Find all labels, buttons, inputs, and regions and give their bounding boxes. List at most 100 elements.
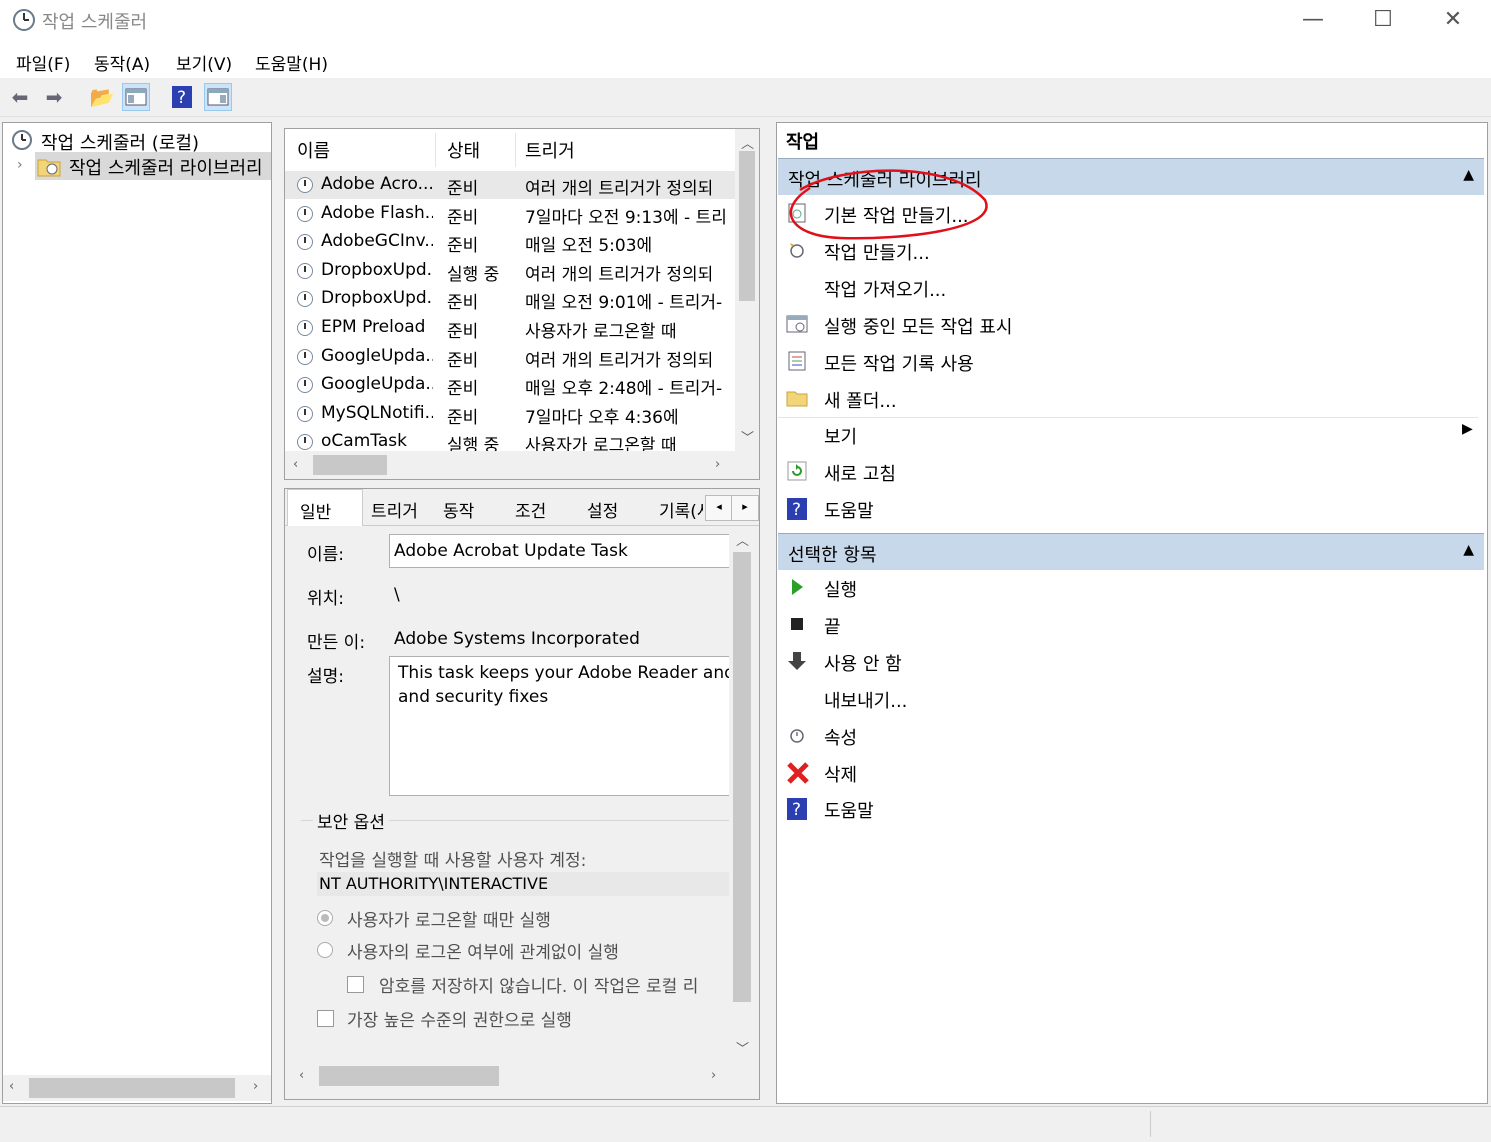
show-hide-action-pane-icon[interactable] xyxy=(204,83,232,111)
forward-arrow-icon[interactable]: ➡ xyxy=(40,83,68,111)
action-label: 작업 가져오기... xyxy=(824,279,947,301)
help-icon: ? xyxy=(786,497,808,521)
run-as-account-value: NT AUTHORITY\INTERACTIVE xyxy=(317,872,731,896)
action-items1-8[interactable]: ? 도움말 xyxy=(778,491,1478,527)
task-clock-icon xyxy=(297,405,313,422)
action-items2-6[interactable]: ? 도움말 xyxy=(778,791,1478,827)
folder-clock-icon xyxy=(37,159,61,177)
action-items1-4[interactable]: 모든 작업 기록 사용 xyxy=(778,344,1478,380)
task-list-vertical-scrollbar[interactable]: ︿ ﹀ xyxy=(735,129,759,451)
tab-conditions[interactable]: 조건 xyxy=(515,497,546,522)
action-items1-7[interactable]: 새로 고침 xyxy=(778,454,1478,490)
task-list-horizontal-scrollbar[interactable]: ‹ › xyxy=(285,451,759,479)
details-vertical-scrollbar[interactable]: ︿ ﹀ xyxy=(729,526,755,1062)
menu-file[interactable]: 파일(F) xyxy=(16,50,70,75)
show-hide-console-tree-icon[interactable] xyxy=(122,83,150,111)
status-bar xyxy=(0,1106,1491,1142)
tree-expand-chevron-icon[interactable]: › xyxy=(17,157,23,173)
task-status: 준비 xyxy=(447,293,479,314)
action-items2-1[interactable]: 끝 xyxy=(778,607,1478,643)
name-field[interactable]: Adobe Acrobat Update Task xyxy=(389,534,735,568)
action-label: 사용 안 함 xyxy=(824,653,902,675)
view-submenu-arrow-icon: ▶ xyxy=(1462,421,1473,437)
task-status: 준비 xyxy=(447,350,479,371)
column-header-status[interactable]: 상태 xyxy=(447,137,480,163)
task-row[interactable]: Adobe Flash... 준비 7일마다 오전 9:13에 - 트리 xyxy=(285,200,735,228)
checkbox-run-highest-privileges[interactable] xyxy=(317,1010,334,1027)
action-label: 실행 중인 모든 작업 표시 xyxy=(824,316,1013,338)
task-clock-icon xyxy=(297,291,313,308)
tree-item-library[interactable]: 작업 스케줄러 라이브러리 xyxy=(35,152,271,180)
action-label: 속성 xyxy=(824,727,858,749)
task-row[interactable]: MySQLNotifi... 준비 7일마다 오후 4:36에 xyxy=(285,400,735,428)
description-line-2: and security fixes xyxy=(398,687,549,707)
task-row[interactable]: DropboxUpd... 실행 중 여러 개의 트리거가 정의되 xyxy=(285,257,735,285)
action-items1-6[interactable]: 보기 xyxy=(778,417,1478,453)
task-trigger: 여러 개의 트리거가 정의되 xyxy=(525,350,714,371)
task-row[interactable]: GoogleUpda... 준비 여러 개의 트리거가 정의되 xyxy=(285,343,735,371)
radio-run-whether-logged-on[interactable] xyxy=(317,942,333,958)
collapse-up-icon[interactable]: ▲ xyxy=(1463,542,1474,558)
tree-horizontal-scrollbar[interactable]: ‹ › xyxy=(3,1075,271,1101)
task-name: Adobe Flash... xyxy=(321,202,433,223)
back-arrow-icon[interactable]: ⬅ xyxy=(6,83,34,111)
up-folder-icon[interactable]: 📂 xyxy=(88,83,116,111)
action-items2-0[interactable]: 실행 xyxy=(778,570,1478,606)
tab-scroll-right-icon[interactable]: ▸ xyxy=(731,495,759,521)
tab-actions[interactable]: 동작 xyxy=(443,497,474,522)
radio-run-logged-on[interactable] xyxy=(317,910,333,926)
action-items1-2[interactable]: 작업 가져오기... xyxy=(778,270,1478,306)
menu-bar: 파일(F) 동작(A) 보기(V) 도움말(H) xyxy=(0,40,1491,78)
tab-general[interactable]: 일반 xyxy=(287,489,363,527)
column-header-trigger[interactable]: 트리거 xyxy=(525,137,575,163)
svg-text:?: ? xyxy=(177,88,186,108)
task-name: oCamTask xyxy=(321,431,407,452)
task-name: DropboxUpd... xyxy=(321,288,433,309)
stop-icon xyxy=(786,613,808,635)
task-trigger: 7일마다 오후 4:36에 xyxy=(525,407,679,428)
action-label: 보기 xyxy=(824,427,858,449)
menu-view[interactable]: 보기(V) xyxy=(176,50,232,75)
action-items2-2[interactable]: 사용 안 함 xyxy=(778,644,1478,680)
run-as-account-label: 작업을 실행할 때 사용할 사용자 계정: xyxy=(319,851,587,871)
tab-triggers[interactable]: 트리거 xyxy=(371,497,418,522)
action-items1-5[interactable]: 새 폴더... xyxy=(778,381,1478,418)
task-status: 준비 xyxy=(447,179,479,199)
task-row[interactable]: EPM Preload 준비 사용자가 로그온할 때 xyxy=(285,314,735,342)
section-selected-item[interactable]: 선택한 항목 ▲ xyxy=(778,533,1484,570)
running-tasks-icon xyxy=(786,313,808,335)
tab-scroll-left-icon[interactable]: ◂ xyxy=(705,495,733,521)
task-row[interactable]: GoogleUpda... 준비 매일 오후 2:48에 - 트리거- xyxy=(285,371,735,399)
task-row[interactable]: DropboxUpd... 준비 매일 오전 9:01에 - 트리거- xyxy=(285,285,735,313)
help-icon[interactable]: ? xyxy=(168,83,196,111)
action-items2-3[interactable]: 내보내기... xyxy=(778,681,1478,717)
column-header-name[interactable]: 이름 xyxy=(297,137,330,163)
maximize-button[interactable]: ☐ xyxy=(1360,4,1406,36)
details-horizontal-scrollbar[interactable]: ‹ › xyxy=(285,1062,759,1090)
minimize-button[interactable]: — xyxy=(1290,4,1336,36)
task-trigger: 매일 오전 9:01에 - 트리거- xyxy=(525,293,723,314)
menu-action[interactable]: 동작(A) xyxy=(94,50,150,75)
description-field[interactable]: This task keeps your Adobe Reader and Ac… xyxy=(389,656,735,796)
menu-help[interactable]: 도움말(H) xyxy=(255,50,328,75)
action-label: 새로 고침 xyxy=(824,464,896,486)
author-field: Adobe Systems Incorporated xyxy=(389,622,735,656)
window-title: 작업 스케줄러 xyxy=(42,12,148,33)
close-button[interactable]: ✕ xyxy=(1430,4,1476,36)
task-name: GoogleUpda... xyxy=(321,374,433,395)
action-items1-3[interactable]: 실행 중인 모든 작업 표시 xyxy=(778,307,1478,343)
action-items2-4[interactable]: 속성 xyxy=(778,718,1478,754)
checkbox-do-not-store-password[interactable] xyxy=(347,976,364,993)
collapse-up-icon[interactable]: ▲ xyxy=(1463,167,1474,183)
action-label: 삭제 xyxy=(824,764,858,786)
properties-icon xyxy=(786,724,808,746)
task-status: 준비 xyxy=(447,407,479,428)
action-label: 도움말 xyxy=(824,801,874,823)
action-items2-5[interactable]: 삭제 xyxy=(778,755,1478,791)
tab-settings[interactable]: 설정 xyxy=(587,497,618,522)
task-details-pane: 일반 트리거 동작 조건 설정 기록(사 ◂ ▸ 이름: Adobe Acrob… xyxy=(284,488,760,1100)
task-row[interactable]: Adobe Acro... 준비 여러 개의 트리거가 정의되 xyxy=(285,171,735,199)
task-row[interactable]: AdobeGCInv... 준비 매일 오전 5:03에 xyxy=(285,228,735,256)
tab-history[interactable]: 기록(사 xyxy=(659,497,703,522)
task-clock-icon xyxy=(297,234,313,251)
